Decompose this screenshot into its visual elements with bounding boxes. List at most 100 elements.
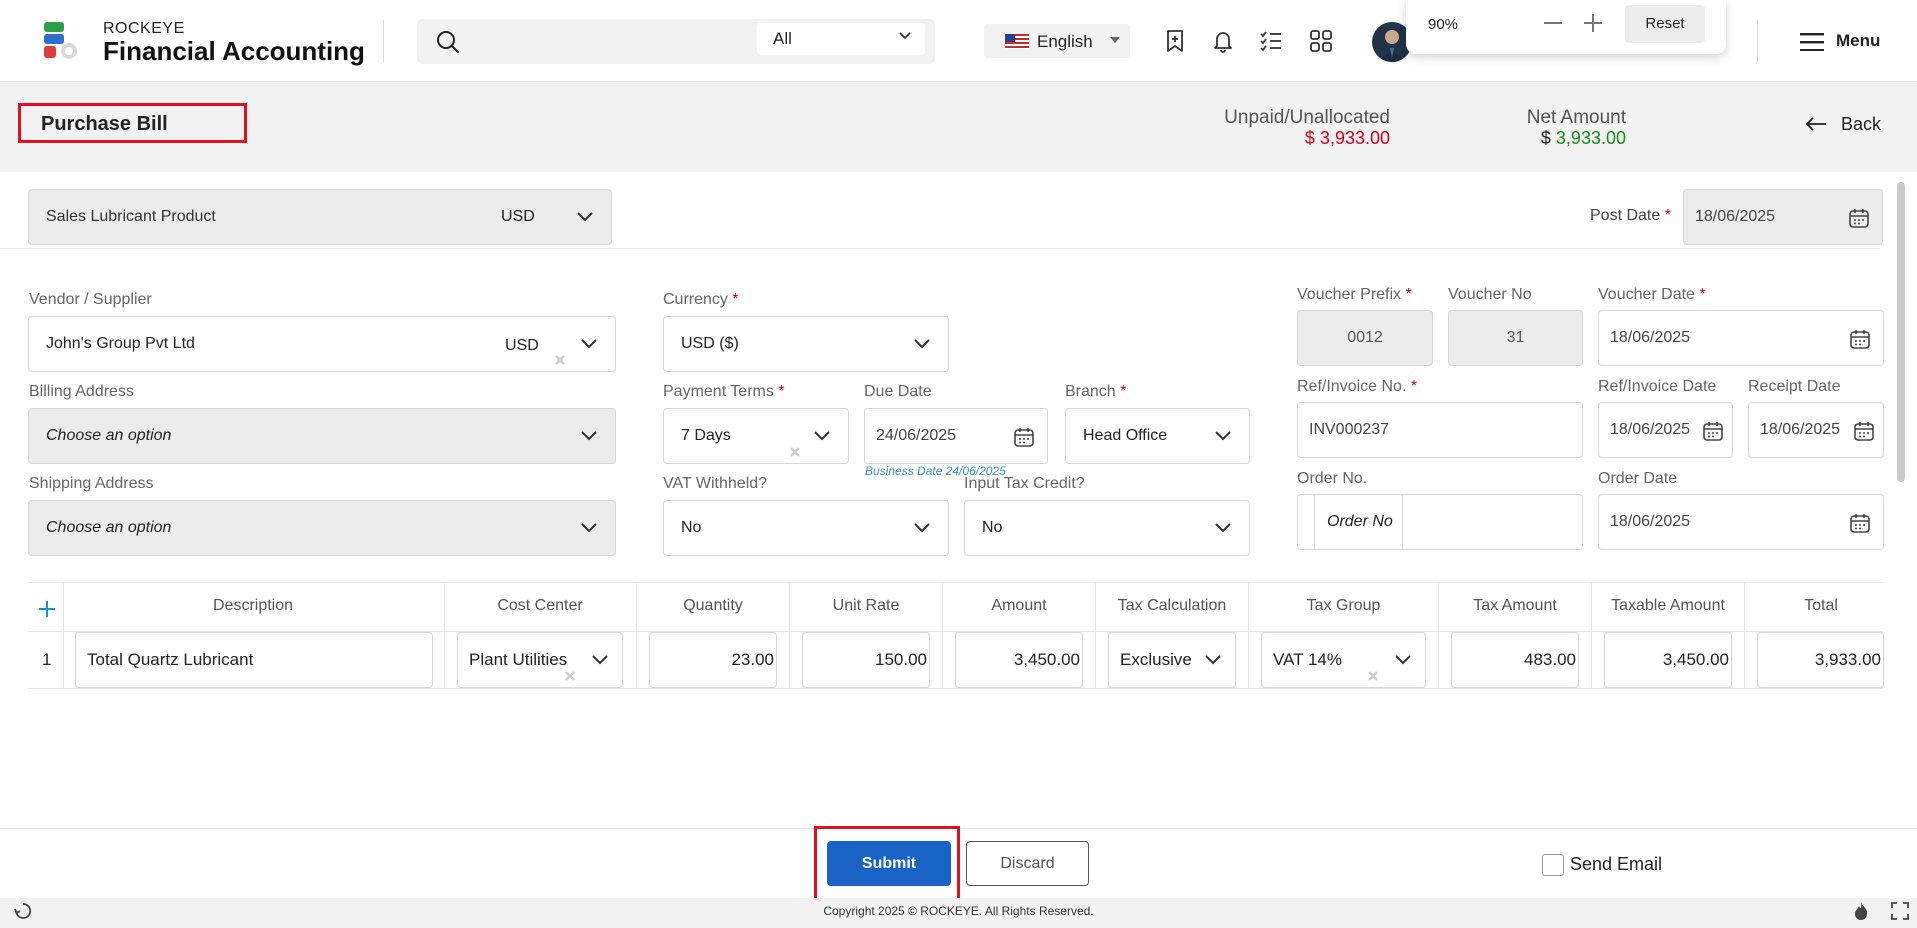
ref-invoice-date-field[interactable]: 18/06/2025 bbox=[1598, 402, 1733, 458]
caret-down-icon bbox=[1110, 37, 1120, 43]
total-value: 3,933.00 bbox=[1814, 650, 1881, 669]
search-input[interactable] bbox=[473, 25, 773, 57]
add-row-plus-icon[interactable] bbox=[38, 600, 56, 618]
ref-invoice-value: INV000237 bbox=[1309, 421, 1390, 438]
taxable-amount-input[interactable]: 3,450.00 bbox=[1604, 632, 1732, 688]
tax-calculation-value: Exclusive bbox=[1120, 650, 1192, 669]
zoom-out-icon[interactable] bbox=[1544, 22, 1562, 24]
tax-group-select[interactable]: VAT 14% bbox=[1261, 632, 1426, 688]
branch-select[interactable]: Head Office bbox=[1065, 408, 1250, 464]
branch-value: Head Office bbox=[1083, 427, 1168, 444]
vendor-label: Vendor / Supplier bbox=[29, 291, 152, 308]
vat-withheld-value: No bbox=[681, 519, 702, 536]
page-title: Purchase Bill bbox=[18, 103, 247, 143]
zoom-reset-button[interactable]: Reset bbox=[1625, 5, 1705, 43]
clear-x-icon[interactable] bbox=[790, 447, 800, 457]
voucher-prefix-label: Voucher Prefix * bbox=[1297, 286, 1412, 304]
input-tax-credit-select[interactable]: No bbox=[964, 500, 1250, 556]
search-scope-select[interactable]: All bbox=[757, 23, 925, 55]
global-search: All bbox=[417, 19, 935, 64]
calendar-icon[interactable] bbox=[1848, 207, 1870, 229]
apps-grid-icon[interactable] bbox=[1308, 28, 1334, 54]
fire-icon[interactable] bbox=[1852, 901, 1870, 921]
payment-terms-select[interactable]: 7 Days bbox=[663, 408, 849, 464]
bell-icon[interactable] bbox=[1210, 28, 1236, 54]
send-email-checkbox[interactable] bbox=[1542, 854, 1564, 876]
col-divider bbox=[1591, 582, 1592, 688]
order-no-group: Order No bbox=[1297, 494, 1583, 550]
order-date-value: 18/06/2025 bbox=[1610, 513, 1691, 530]
quantity-input[interactable]: 23.00 bbox=[649, 632, 777, 688]
checklist-icon[interactable] bbox=[1258, 28, 1284, 54]
description-input[interactable]: Total Quartz Lubricant bbox=[75, 632, 433, 688]
net-amount-currency: $ bbox=[1540, 128, 1551, 148]
col-amount: Amount bbox=[991, 597, 1047, 614]
language-select[interactable]: English bbox=[984, 24, 1130, 58]
vat-withheld-select[interactable]: No bbox=[663, 500, 949, 556]
rockeye-logo-icon bbox=[44, 22, 77, 59]
calendar-icon[interactable] bbox=[1849, 328, 1871, 350]
col-divider bbox=[1744, 582, 1745, 688]
required-marker: * bbox=[1120, 383, 1127, 400]
payment-terms-label-text: Payment Terms bbox=[663, 383, 774, 400]
payment-terms-value: 7 Days bbox=[681, 427, 731, 444]
product-select[interactable]: Sales Lubricant Product USD bbox=[28, 189, 612, 245]
header-divider bbox=[383, 20, 384, 62]
due-date-label: Due Date bbox=[864, 383, 932, 400]
voucher-date-field[interactable]: 18/06/2025 bbox=[1598, 310, 1884, 366]
tax-calculation-select[interactable]: Exclusive bbox=[1108, 632, 1236, 688]
unit-rate-input[interactable]: 150.00 bbox=[802, 632, 930, 688]
col-tax-group: Tax Group bbox=[1306, 597, 1381, 614]
tax-amount-input[interactable]: 483.00 bbox=[1451, 632, 1579, 688]
clear-x-icon[interactable] bbox=[1368, 671, 1378, 681]
quantity-value: 23.00 bbox=[731, 650, 774, 669]
fullscreen-icon[interactable] bbox=[1891, 902, 1909, 920]
header-divider-right bbox=[1757, 20, 1758, 62]
payment-terms-label: Payment Terms * bbox=[663, 383, 785, 401]
amount-input[interactable]: 3,450.00 bbox=[955, 632, 1083, 688]
menu-label: Menu bbox=[1836, 31, 1881, 50]
voucher-date-label: Voucher Date * bbox=[1598, 286, 1706, 304]
calendar-icon[interactable] bbox=[1849, 512, 1871, 534]
shipping-address-select[interactable]: Choose an option bbox=[28, 500, 616, 556]
chevron-down-icon bbox=[914, 523, 930, 533]
search-icon[interactable] bbox=[435, 29, 461, 55]
col-description: Description bbox=[212, 597, 294, 614]
net-amount-number: 3,933.00 bbox=[1555, 128, 1626, 148]
voucher-prefix-value: 0012 bbox=[1347, 329, 1383, 346]
ref-invoice-input[interactable]: INV000237 bbox=[1297, 402, 1583, 458]
col-total: Total bbox=[1804, 597, 1838, 614]
vendor-select[interactable]: John's Group Pvt Ltd USD bbox=[28, 316, 616, 372]
zoom-level: 90% bbox=[1428, 16, 1459, 33]
cost-center-select[interactable]: Plant Utilities bbox=[457, 632, 623, 688]
total-input[interactable]: 3,933.00 bbox=[1757, 632, 1884, 688]
zoom-in-icon-vertical[interactable] bbox=[1592, 14, 1594, 32]
due-date-field[interactable]: 24/06/2025 bbox=[864, 408, 1048, 464]
post-date-field[interactable]: 18/06/2025 bbox=[1683, 189, 1883, 245]
order-no-prefix-box[interactable]: Order No bbox=[1314, 495, 1403, 549]
receipt-date-field[interactable]: 18/06/2025 bbox=[1748, 402, 1884, 458]
order-date-field[interactable]: 18/06/2025 bbox=[1598, 494, 1884, 550]
clear-x-icon[interactable] bbox=[555, 355, 565, 365]
calendar-icon[interactable] bbox=[1702, 420, 1724, 442]
submit-button[interactable]: Submit bbox=[827, 841, 951, 886]
net-amount-value: $ 3,933.00 bbox=[1480, 128, 1626, 149]
chevron-down-icon bbox=[577, 212, 593, 222]
calendar-icon[interactable] bbox=[1013, 426, 1035, 448]
billing-label: Billing Address bbox=[29, 383, 134, 400]
post-date-label-text: Post Date bbox=[1590, 207, 1661, 224]
chevron-down-icon bbox=[914, 339, 930, 349]
discard-button[interactable]: Discard bbox=[966, 841, 1089, 886]
currency-select[interactable]: USD ($) bbox=[663, 316, 949, 372]
calendar-icon[interactable] bbox=[1853, 420, 1875, 442]
chevron-down-icon bbox=[1205, 655, 1221, 665]
chevron-down-icon bbox=[581, 431, 597, 441]
col-divider bbox=[1438, 582, 1439, 688]
clear-x-icon[interactable] bbox=[565, 671, 575, 681]
order-date-label: Order Date bbox=[1598, 470, 1678, 487]
currency-label-text: Currency bbox=[663, 291, 728, 308]
bookmark-add-icon[interactable] bbox=[1162, 28, 1188, 54]
vertical-scrollbar[interactable] bbox=[1897, 182, 1905, 482]
billing-address-select[interactable]: Choose an option bbox=[28, 408, 616, 464]
required-marker: * bbox=[732, 291, 739, 308]
